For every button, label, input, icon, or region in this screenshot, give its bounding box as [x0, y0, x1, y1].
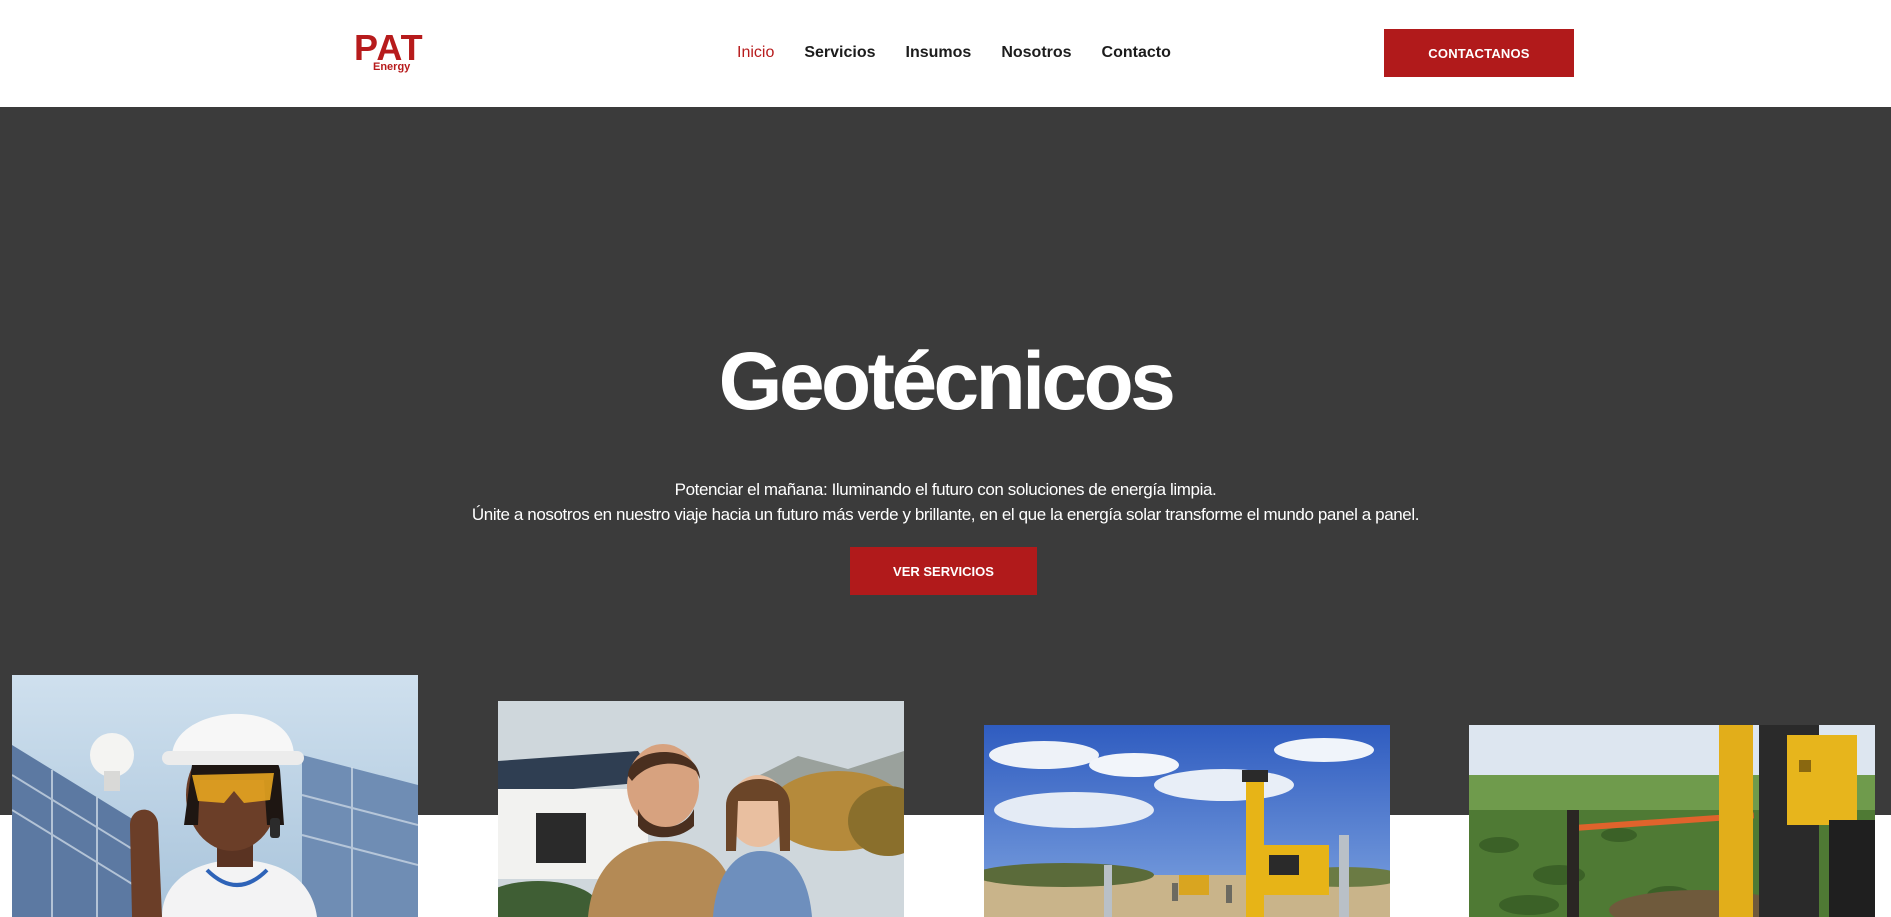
worker-with-lightbulb-photo — [12, 675, 418, 917]
contact-button[interactable]: CONTACTANOS — [1384, 29, 1574, 77]
main-nav: Inicio Servicios Insumos Nosotros Contac… — [737, 41, 1171, 65]
hero-tagline: Potenciar el mañana: Iluminando el futur… — [674, 480, 1217, 499]
nav-item-nosotros[interactable]: Nosotros — [1001, 41, 1071, 65]
pile-driver-field-photo — [1469, 725, 1875, 917]
nav-item-insumos[interactable]: Insumos — [906, 41, 972, 65]
view-services-button[interactable]: VER SERVICIOS — [850, 547, 1037, 595]
brand-logo[interactable]: PAT Energy — [354, 30, 426, 74]
hero-description: Únite a nosotros en nuestro viaje hacia … — [471, 505, 1420, 524]
nav-item-inicio[interactable]: Inicio — [737, 41, 774, 65]
father-daughter-garden-photo — [498, 701, 904, 917]
site-header: PAT Energy Inicio Servicios Insumos Noso… — [0, 0, 1891, 107]
nav-item-contacto[interactable]: Contacto — [1102, 41, 1171, 65]
pile-driver-sky-photo — [984, 725, 1390, 917]
logo-subtitle: Energy — [373, 61, 411, 73]
hero-title: Geotécnicos — [718, 336, 1176, 427]
nav-item-servicios[interactable]: Servicios — [804, 41, 875, 65]
